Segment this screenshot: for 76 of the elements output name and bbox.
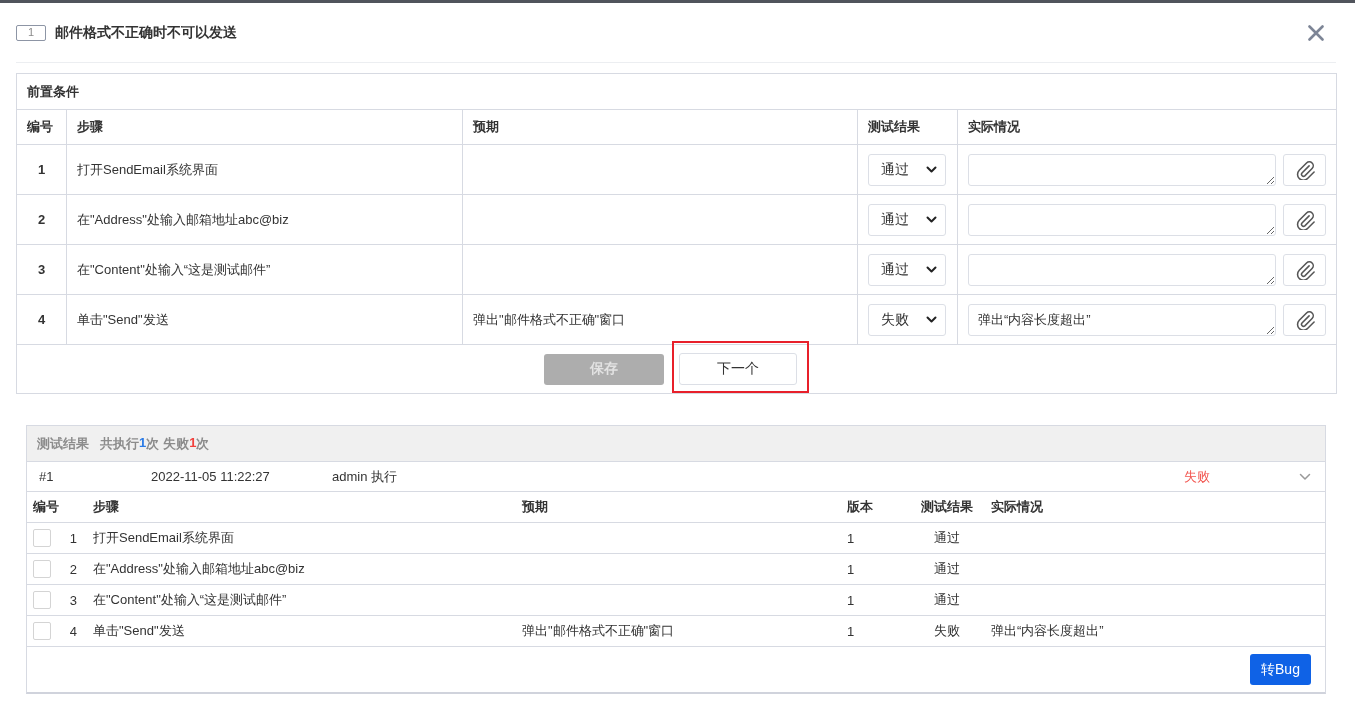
checkbox[interactable] <box>33 560 51 578</box>
checkbox[interactable] <box>33 591 51 609</box>
version-text: 1 <box>841 522 915 554</box>
close-icon[interactable] <box>1308 24 1324 41</box>
step-text: 打开SendEmail系统界面 <box>87 522 516 554</box>
row-number: 3 <box>16 244 67 295</box>
column-header: 实际情况 <box>979 492 1325 523</box>
column-header: 编号 <box>16 109 67 145</box>
attach-button[interactable] <box>1283 153 1327 186</box>
paperclip-icon <box>1294 209 1315 230</box>
version-text: 1 <box>841 584 915 616</box>
chevron-down-icon <box>926 216 937 223</box>
actual-result-field[interactable] <box>968 253 1277 286</box>
row-number: 4 <box>16 294 67 345</box>
row-number: 2 <box>16 194 67 245</box>
expected-text: 弹出"邮件格式不正确"窗口 <box>462 294 858 345</box>
column-header: 步骤 <box>87 492 516 523</box>
row-number: 4 <box>69 623 78 639</box>
result-select[interactable]: 通过 <box>868 253 946 286</box>
checkbox[interactable] <box>33 622 51 640</box>
actual-result-field[interactable] <box>968 153 1277 186</box>
column-header: 预期 <box>516 492 841 523</box>
stat-text: 失败1次 <box>163 434 210 453</box>
result-text: 失败 <box>915 615 979 647</box>
paperclip-icon <box>1294 309 1315 330</box>
step-text: 单击"Send"发送 <box>87 615 516 647</box>
chevron-down-icon[interactable] <box>1299 472 1311 481</box>
next-button[interactable]: 下一个 <box>679 353 797 385</box>
column-header: 测试结果 <box>915 492 979 523</box>
checkbox[interactable] <box>33 529 51 547</box>
section-title: 前置条件 <box>16 73 1337 110</box>
column-header: 步骤 <box>66 109 463 145</box>
step-text: 在"Content"处输入“这是测试邮件” <box>87 584 516 616</box>
stat-text: 共执行1次 <box>100 434 160 453</box>
result-select[interactable]: 通过 <box>868 153 946 186</box>
to-bug-button[interactable]: 转Bug <box>1250 654 1311 685</box>
panel-title: 测试结果 <box>37 434 89 453</box>
dialog-title: 邮件格式不正确时不可以发送 <box>55 23 237 42</box>
actual-text: 弹出“内容长度超出” <box>979 615 1325 647</box>
attach-button[interactable] <box>1283 303 1327 336</box>
row-number: 2 <box>69 561 78 577</box>
row-number: 1 <box>69 530 78 546</box>
run-time: 2022-11-05 11:22:27 <box>151 469 271 484</box>
result-text: 通过 <box>915 553 979 585</box>
column-header: 编号 <box>27 492 87 523</box>
run-id: #1 <box>39 469 55 484</box>
chevron-down-icon <box>926 166 937 173</box>
case-number: 1 <box>16 24 46 41</box>
row-number: 3 <box>69 592 78 608</box>
result-text: 通过 <box>915 522 979 554</box>
paperclip-icon <box>1294 259 1315 280</box>
step-text: 打开SendEmail系统界面 <box>66 144 463 195</box>
run-result: 失败 <box>1184 467 1211 486</box>
chevron-down-icon <box>926 316 937 323</box>
paperclip-icon <box>1294 159 1315 180</box>
actual-result-field[interactable]: 弹出“内容长度超出” <box>968 303 1277 336</box>
version-text: 1 <box>841 615 915 647</box>
column-header: 测试结果 <box>857 109 958 145</box>
column-header: 实际情况 <box>957 109 1337 145</box>
result-select[interactable]: 通过 <box>868 203 946 236</box>
attach-button[interactable] <box>1283 203 1327 236</box>
step-text: 单击"Send"发送 <box>66 294 463 345</box>
result-text: 通过 <box>915 584 979 616</box>
chevron-down-icon <box>926 266 937 273</box>
column-header: 预期 <box>462 109 858 145</box>
step-text: 在"Content"处输入“这是测试邮件” <box>66 244 463 295</box>
attach-button[interactable] <box>1283 253 1327 286</box>
expected-text: 弹出"邮件格式不正确"窗口 <box>516 615 841 647</box>
run-executor: admin 执行 <box>332 467 399 486</box>
row-number: 1 <box>16 144 67 195</box>
result-select[interactable]: 失败 <box>868 303 946 336</box>
actual-result-field[interactable] <box>968 203 1277 236</box>
step-text: 在"Address"处输入邮箱地址abc@biz <box>87 553 516 585</box>
step-text: 在"Address"处输入邮箱地址abc@biz <box>66 194 463 245</box>
version-text: 1 <box>841 553 915 585</box>
column-header: 版本 <box>841 492 915 523</box>
